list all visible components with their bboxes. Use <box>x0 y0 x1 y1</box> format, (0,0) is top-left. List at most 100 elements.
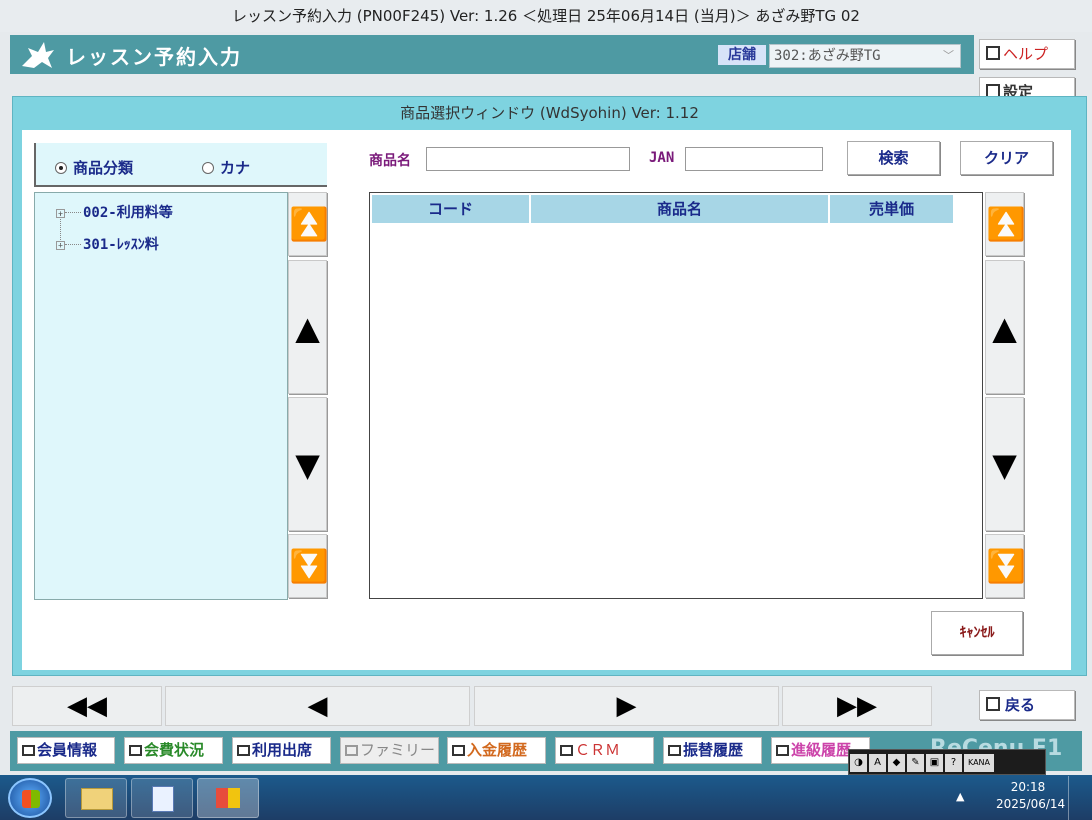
tab-label: 入金履歴 <box>467 741 528 759</box>
window-icon <box>129 745 142 756</box>
tab-label: ファミリー <box>360 741 436 759</box>
column-header-code[interactable]: コード <box>372 195 530 223</box>
help-icon <box>986 46 1000 60</box>
double-up-icon: ⏫ <box>986 205 1026 243</box>
taskbar-app-button[interactable] <box>131 778 193 818</box>
grid-scroll-top-button[interactable]: ⏫ <box>985 192 1026 256</box>
tree-item[interactable]: +002-利用料等 <box>56 202 173 222</box>
store-select[interactable]: 302:あざみ野TG ﹀ <box>769 44 961 68</box>
nav-prev-button[interactable]: ◀ <box>165 686 470 726</box>
tab-payment-history[interactable]: 入金履歴 <box>447 737 546 764</box>
nav-last-button[interactable]: ▶▶ <box>782 686 932 726</box>
expand-icon[interactable]: + <box>56 209 65 218</box>
ime-input-icon[interactable]: A <box>869 754 886 772</box>
right-arrow-icon: ▶ <box>616 691 637 721</box>
clock-date: 2025/06/14 <box>996 797 1066 811</box>
column-header-name[interactable]: 商品名 <box>531 195 829 223</box>
expand-icon[interactable]: + <box>56 241 65 250</box>
back-icon <box>986 697 1000 711</box>
tree-scroll-down-button[interactable]: ▼ <box>288 397 327 531</box>
window-icon <box>237 745 250 756</box>
back-button[interactable]: 戻る <box>979 690 1075 720</box>
down-arrow-icon: ▼ <box>295 446 320 484</box>
tab-family[interactable]: ファミリー <box>340 737 439 764</box>
radio-kana-label: カナ <box>220 159 251 177</box>
ime-toolbar[interactable]: ◑ A ◆ ✎ ▣? KANA <box>848 749 1046 775</box>
clear-button[interactable]: クリア <box>960 141 1053 175</box>
double-down-icon: ⏬ <box>986 547 1026 585</box>
tab-usage-attendance[interactable]: 利用出席 <box>232 737 331 764</box>
tree-scroll-up-button[interactable]: ▲ <box>288 260 327 394</box>
tree-item-label: 301-ﾚｯｽﾝ料 <box>83 237 159 253</box>
column-header-price[interactable]: 売単価 <box>830 195 954 223</box>
jan-label: JAN <box>649 150 675 166</box>
windows-logo-icon <box>22 790 40 808</box>
double-right-icon: ▶▶ <box>837 691 877 721</box>
window-icon <box>668 745 681 756</box>
window-icon <box>776 745 789 756</box>
show-desktop-button[interactable] <box>1068 776 1092 820</box>
double-left-icon: ◀◀ <box>67 691 107 721</box>
tab-crm[interactable]: ＣＲＭ <box>555 737 654 764</box>
tab-label: 利用出席 <box>252 741 313 759</box>
ime-dict-icon[interactable]: ▣ <box>926 754 943 772</box>
left-arrow-icon: ◀ <box>307 691 328 721</box>
tab-label: 会員情報 <box>37 741 98 759</box>
ime-pad-icon[interactable]: ✎ <box>907 754 924 772</box>
window-title: レッスン予約入力 (PN00F245) Ver: 1.26 ＜処理日 25年06… <box>0 0 1092 32</box>
clock-time: 20:18 <box>1010 780 1046 794</box>
radio-unselected-icon <box>202 162 214 174</box>
tab-member-info[interactable]: 会員情報 <box>17 737 115 764</box>
radio-category[interactable]: 商品分類 <box>55 157 133 178</box>
grid-scroll-down-button[interactable]: ▼ <box>985 397 1024 531</box>
tree-item[interactable]: +301-ﾚｯｽﾝ料 <box>56 234 159 254</box>
double-up-icon: ⏫ <box>289 205 329 243</box>
window-icon <box>452 745 465 756</box>
tray-expand-icon[interactable]: ▲ <box>956 790 964 803</box>
back-label: 戻る <box>1005 696 1036 714</box>
radio-kana[interactable]: カナ <box>202 157 250 178</box>
grid-scroll-bottom-button[interactable]: ⏬ <box>985 534 1026 598</box>
product-name-label: 商品名 <box>369 153 411 169</box>
up-arrow-icon: ▲ <box>295 309 320 347</box>
double-down-icon: ⏬ <box>289 547 329 585</box>
nav-next-button[interactable]: ▶ <box>474 686 779 726</box>
ime-mode-icon[interactable]: ◑ <box>850 754 867 772</box>
taskbar-active-app-button[interactable] <box>197 778 259 818</box>
folder-icon <box>81 788 113 810</box>
tab-label: 会費状況 <box>144 741 205 759</box>
window-icon <box>560 745 573 756</box>
nav-first-button[interactable]: ◀◀ <box>12 686 162 726</box>
store-label: 店舗 <box>718 45 766 65</box>
pegasus-logo-icon <box>22 42 54 68</box>
tab-transfer-history[interactable]: 振替履歴 <box>663 737 762 764</box>
ime-help-icon[interactable]: ? <box>945 754 962 772</box>
tree-scroll-bottom-button[interactable]: ⏬ <box>288 534 329 598</box>
grid-scroll-up-button[interactable]: ▲ <box>985 260 1024 394</box>
app-title: レッスン予約入力 <box>66 45 242 69</box>
tab-label: ＣＲＭ <box>575 741 621 759</box>
ime-tool-icon[interactable]: ◆ <box>888 754 905 772</box>
search-button[interactable]: 検索 <box>847 141 940 175</box>
product-grid[interactable] <box>369 192 983 599</box>
tree-scroll-top-button[interactable]: ⏫ <box>288 192 329 256</box>
cancel-button[interactable]: ｷｬﾝｾﾙ <box>931 611 1023 655</box>
chevron-down-icon: ﹀ <box>943 49 954 62</box>
tree-line <box>65 244 81 245</box>
jan-input[interactable] <box>685 147 823 171</box>
window-icon <box>345 745 358 756</box>
tab-label: 進級履歴 <box>791 741 852 759</box>
help-label: ヘルプ <box>1003 45 1049 63</box>
taskbar-explorer-button[interactable] <box>65 778 127 818</box>
start-button[interactable] <box>8 778 52 818</box>
product-name-input[interactable] <box>426 147 630 171</box>
tree-line <box>65 212 81 213</box>
dialog-title: 商品選択ウィンドウ (WdSyohin) Ver: 1.12 <box>400 104 699 122</box>
tab-label: 振替履歴 <box>683 741 744 759</box>
ime-kana-status[interactable]: KANA <box>964 754 994 772</box>
document-icon <box>152 786 174 812</box>
help-button[interactable]: ヘルプ <box>979 39 1075 69</box>
radio-category-label: 商品分類 <box>73 159 134 177</box>
taskbar-clock[interactable]: 20:18 2025/06/14 <box>996 779 1066 813</box>
tab-fee-status[interactable]: 会費状況 <box>124 737 223 764</box>
